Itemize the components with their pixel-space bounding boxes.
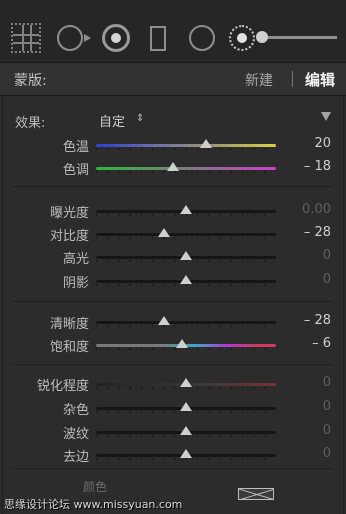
mask-new-button[interactable]: 新建	[245, 70, 273, 90]
slider-ticks-clarity	[96, 325, 276, 327]
slider-knob-sharpness[interactable]	[180, 378, 192, 387]
slider-label-tint: 色调	[62, 163, 89, 178]
slider-row-temp: 色温 20	[3, 136, 345, 160]
effect-preset-select[interactable]: 自定	[99, 111, 125, 130]
section-divider	[13, 301, 333, 302]
slider-row-saturation: 饱和度 – 6	[3, 336, 345, 360]
slider-label-shadows: 阴影	[62, 276, 89, 291]
slider-knob-clarity[interactable]	[158, 316, 171, 325]
slider-row-sharpness: 锐化程度 0	[3, 375, 345, 399]
effect-select-arrows-icon[interactable]: ⇕	[136, 113, 144, 124]
tool-strip	[0, 0, 346, 62]
slider-value-sharpness[interactable]: 0	[323, 375, 331, 390]
slider-row-noise: 杂色 0	[3, 399, 345, 423]
slider-ticks-moire	[96, 435, 276, 437]
slider-label-clarity: 清晰度	[49, 317, 89, 332]
slider-value-defringe[interactable]: 0	[323, 446, 331, 461]
slider-ticks-sharpness	[96, 387, 276, 389]
slider-label-saturation: 饱和度	[49, 340, 89, 355]
slider-label-highlights: 高光	[62, 252, 89, 267]
slider-knob-moire[interactable]	[180, 426, 192, 435]
slider-track-temp[interactable]	[96, 144, 276, 147]
color-swatch-button[interactable]	[238, 488, 274, 500]
slider-label-temp: 色温	[62, 140, 89, 155]
slider-ticks-exposure	[96, 214, 276, 216]
effect-label: 效果:	[15, 116, 46, 131]
collapse-triangle-icon[interactable]	[321, 112, 331, 121]
section-divider	[13, 186, 333, 187]
brush-size-slider-track[interactable]	[262, 36, 337, 39]
slider-label-noise: 杂色	[62, 403, 89, 418]
slider-row-moire: 波纹 0	[3, 423, 345, 447]
watermark: 思缘设计论坛 www.missyuan.com	[4, 498, 183, 511]
slider-value-temp[interactable]: 20	[314, 136, 331, 151]
spot-removal-icon[interactable]	[57, 25, 83, 51]
adjustment-panel: 效果: 自定 ⇕ 色温 20 色调 – 18 曝光度 0.00 对比度 – 28 高光 0 阴影 0 清…	[2, 96, 344, 514]
color-label: 颜色	[83, 480, 108, 494]
slider-knob-shadows[interactable]	[180, 275, 192, 284]
slider-knob-exposure[interactable]	[180, 205, 192, 214]
slider-knob-defringe[interactable]	[180, 449, 192, 458]
section-divider	[13, 468, 333, 469]
slider-row-clarity: 清晰度 – 28	[3, 313, 345, 337]
section-divider	[13, 364, 333, 365]
slider-track-tint[interactable]	[96, 167, 276, 170]
brush-size-slider-knob[interactable]	[256, 31, 268, 43]
adjustment-brush-icon[interactable]	[229, 25, 255, 51]
slider-value-shadows[interactable]: 0	[323, 272, 331, 287]
slider-label-sharpness: 锐化程度	[36, 379, 89, 394]
spot-removal-arrow-icon	[84, 34, 91, 42]
slider-knob-highlights[interactable]	[180, 251, 192, 260]
slider-row-shadows: 阴影 0	[3, 272, 345, 296]
mask-separator	[292, 71, 293, 87]
slider-row-contrast: 对比度 – 28	[3, 225, 345, 249]
slider-ticks-contrast	[96, 237, 276, 239]
slider-knob-noise[interactable]	[180, 402, 192, 411]
slider-knob-tint[interactable]	[167, 162, 180, 171]
slider-value-highlights[interactable]: 0	[323, 248, 331, 263]
slider-track-contrast[interactable]	[96, 233, 276, 236]
graduated-filter-icon[interactable]	[150, 26, 166, 51]
slider-ticks-tint	[96, 171, 276, 173]
slider-track-clarity[interactable]	[96, 321, 276, 324]
slider-knob-saturation[interactable]	[176, 339, 189, 348]
slider-value-contrast[interactable]: – 28	[304, 225, 331, 240]
slider-label-contrast: 对比度	[49, 229, 89, 244]
slider-label-moire: 波纹	[62, 427, 89, 442]
mask-row: 蒙版: 新建 编辑	[0, 62, 346, 96]
slider-knob-temp[interactable]	[199, 139, 212, 148]
slider-ticks-temp	[96, 148, 276, 150]
slider-ticks-defringe	[96, 458, 276, 460]
slider-label-defringe: 去边	[62, 450, 89, 465]
slider-row-exposure: 曝光度 0.00	[3, 202, 345, 226]
slider-value-tint[interactable]: – 18	[304, 159, 331, 174]
slider-value-clarity[interactable]: – 28	[304, 313, 331, 328]
slider-value-exposure[interactable]: 0.00	[302, 202, 331, 217]
slider-ticks-highlights	[96, 260, 276, 262]
radial-filter-icon[interactable]	[189, 25, 215, 51]
slider-value-moire[interactable]: 0	[323, 423, 331, 438]
slider-value-noise[interactable]: 0	[323, 399, 331, 414]
slider-ticks-shadows	[96, 284, 276, 286]
slider-row-defringe: 去边 0	[3, 446, 345, 470]
slider-label-exposure: 曝光度	[49, 206, 89, 221]
slider-value-saturation[interactable]: – 6	[312, 336, 331, 351]
slider-knob-contrast[interactable]	[158, 228, 171, 237]
slider-ticks-noise	[96, 411, 276, 413]
slider-row-highlights: 高光 0	[3, 248, 345, 272]
crop-overlay-icon[interactable]	[11, 23, 41, 53]
mask-label: 蒙版:	[14, 73, 47, 89]
red-eye-icon[interactable]	[102, 24, 130, 52]
slider-ticks-saturation	[96, 348, 276, 350]
slider-row-tint: 色调 – 18	[3, 159, 345, 183]
mask-edit-button[interactable]: 编辑	[305, 69, 335, 90]
